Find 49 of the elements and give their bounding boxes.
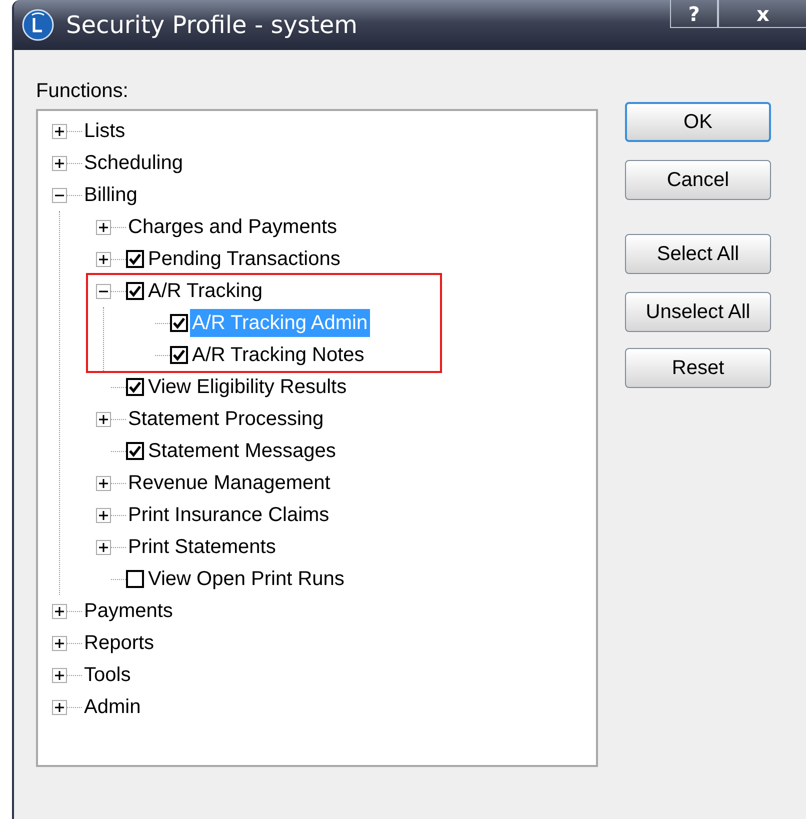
tree-item[interactable]: A/R Tracking Notes [190, 341, 366, 369]
checkbox[interactable] [126, 250, 144, 268]
tree-item[interactable]: Print Insurance Claims [126, 501, 332, 529]
tree-item[interactable]: Scheduling [82, 149, 185, 177]
tree-item[interactable]: Reports [82, 629, 156, 657]
checkbox[interactable] [126, 282, 144, 300]
tree-item[interactable]: Admin [82, 693, 143, 721]
tree-item[interactable]: Payments [82, 597, 175, 625]
window-title: Security Profile - system [66, 11, 358, 39]
expand-icon[interactable] [52, 700, 67, 714]
checkbox[interactable] [170, 346, 188, 364]
tree-item[interactable]: Charges and Payments [126, 213, 340, 241]
checkbox[interactable] [170, 314, 188, 332]
tree-item[interactable]: Statement Processing [126, 405, 326, 433]
dialog-button[interactable]: Unselect All [625, 292, 771, 332]
tree-item[interactable]: Print Statements [126, 533, 278, 561]
collapse-icon[interactable] [96, 284, 111, 298]
close-button[interactable]: x [718, 0, 806, 28]
expand-icon[interactable] [52, 668, 67, 682]
dialog-button[interactable]: OK [625, 102, 771, 142]
functions-label: Functions: [36, 80, 130, 103]
expand-icon[interactable] [96, 476, 111, 490]
expand-icon[interactable] [52, 156, 67, 170]
dialog-button[interactable]: Cancel [625, 160, 771, 200]
checkbox[interactable] [126, 570, 144, 588]
tree-item[interactable]: Tools [82, 661, 133, 689]
expand-icon[interactable] [52, 124, 67, 138]
expand-icon[interactable] [96, 508, 111, 522]
expand-icon[interactable] [52, 636, 67, 650]
expand-icon[interactable] [96, 540, 111, 554]
collapse-icon[interactable] [52, 188, 67, 202]
tree-item[interactable]: Billing [82, 181, 140, 209]
tree-item[interactable]: View Eligibility Results [146, 373, 349, 401]
dialog-button[interactable]: Select All [625, 234, 771, 274]
expand-icon[interactable] [52, 604, 67, 618]
tree-item[interactable]: Revenue Management [126, 469, 332, 497]
checkbox[interactable] [126, 442, 144, 460]
expand-icon[interactable] [96, 220, 111, 234]
app-logo-icon [22, 9, 54, 41]
dialog-button[interactable]: Reset [625, 348, 771, 388]
tree-item[interactable]: View Open Print Runs [146, 565, 346, 593]
tree-item[interactable]: Pending Transactions [146, 245, 342, 273]
tree-item[interactable]: Lists [82, 117, 128, 145]
checkbox[interactable] [126, 378, 144, 396]
expand-icon[interactable] [96, 412, 111, 426]
tree-item[interactable]: Statement Messages [146, 437, 338, 465]
tree-item[interactable]: A/R Tracking [146, 277, 264, 305]
expand-icon[interactable] [96, 252, 111, 266]
help-button[interactable]: ? [670, 0, 718, 28]
